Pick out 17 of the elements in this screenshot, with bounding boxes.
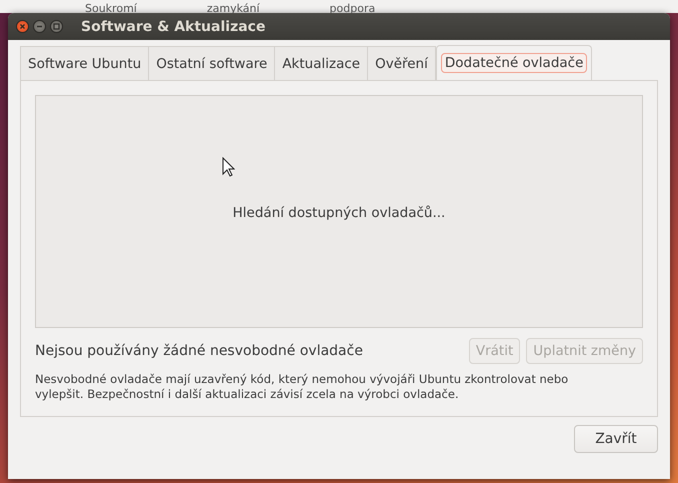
- summary-text: Nejsou používány žádné nesvobodné ovladače: [35, 343, 364, 359]
- tab[interactable]: Aktualizace: [275, 46, 368, 80]
- close-icon[interactable]: [16, 20, 29, 33]
- background-label: podpora: [330, 5, 376, 13]
- tab[interactable]: Ostatní software: [149, 46, 276, 80]
- info-paragraph: Nesvobodné ovladače mají uzavřený kód, který nemohou vývojáři Ubuntu zkontrolovat nebo vylepšit. Bezpečnostní i další aktualizaci závisí zcela na výrobci ovladače.: [35, 372, 570, 402]
- minimize-icon[interactable]: [33, 20, 46, 33]
- close-button[interactable]: Zavřít: [574, 425, 658, 453]
- maximize-icon[interactable]: [50, 20, 63, 33]
- status-text: Hledání dostupných ovladačů...: [232, 204, 446, 221]
- tab[interactable]: Software Ubuntu: [20, 46, 150, 80]
- tab[interactable]: Ověření: [368, 46, 436, 80]
- tab[interactable]: Dodatečné ovladače: [436, 45, 592, 80]
- window-title: Software & Aktualizace: [81, 18, 266, 34]
- mouse-pointer-icon: [222, 157, 235, 177]
- background-label: Soukromí: [85, 5, 137, 13]
- background-label: zamykání: [206, 5, 260, 13]
